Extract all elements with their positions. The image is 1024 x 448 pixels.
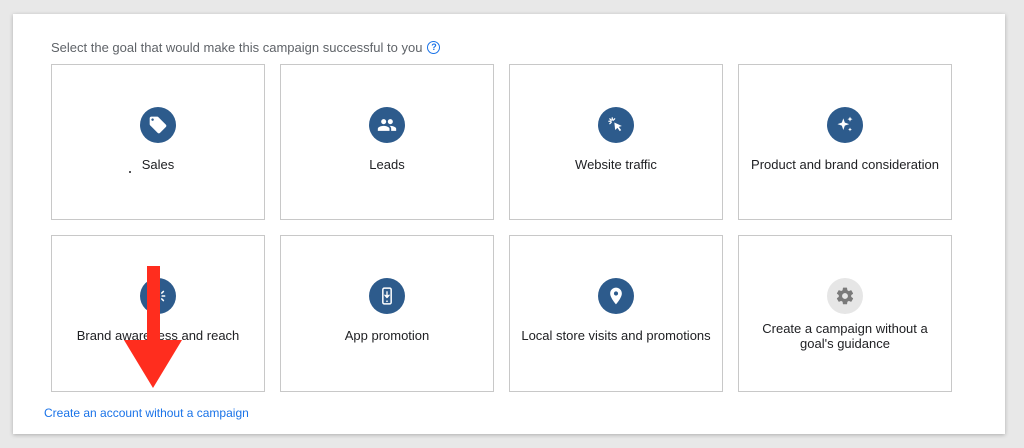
goal-prompt-text: Select the goal that would make this cam… — [51, 40, 423, 55]
goal-grid: Sales Leads Website traffic Product and … — [51, 64, 952, 392]
people-icon — [369, 107, 405, 143]
sparkle-icon — [827, 107, 863, 143]
help-circle-icon[interactable]: ? — [427, 41, 441, 54]
goal-card-website-traffic[interactable]: Website traffic — [509, 64, 723, 220]
map-pin-icon — [598, 278, 634, 314]
goal-card-no-goal-guidance[interactable]: Create a campaign without a goal's guida… — [738, 235, 952, 392]
annotation-arrow — [124, 266, 182, 388]
sales-tag-icon — [140, 107, 176, 143]
goal-card-label: App promotion — [344, 328, 430, 343]
gear-icon — [827, 278, 863, 314]
goal-card-app-promotion[interactable]: App promotion — [280, 235, 494, 392]
goal-card-product-brand-consideration[interactable]: Product and brand consideration — [738, 64, 952, 220]
goal-card-sales[interactable]: Sales — [51, 64, 265, 220]
goal-card-label: Leads — [369, 157, 405, 172]
goal-card-local-store-visits[interactable]: Local store visits and promotions — [509, 235, 723, 392]
goal-card-leads[interactable]: Leads — [280, 64, 494, 220]
goal-card-label: Product and brand consideration — [751, 157, 939, 172]
mobile-phone-icon — [369, 278, 405, 314]
goal-card-label: Create a campaign without a goal's guida… — [762, 321, 928, 351]
create-account-without-campaign-link[interactable]: Create an account without a campaign — [44, 406, 249, 420]
goal-card-label: Website traffic — [575, 157, 657, 172]
goal-prompt: Select the goal that would make this cam… — [51, 40, 441, 55]
goal-card-label: Local store visits and promotions — [521, 328, 711, 343]
goal-card-label: Sales — [141, 157, 175, 172]
cursor-click-icon — [598, 107, 634, 143]
